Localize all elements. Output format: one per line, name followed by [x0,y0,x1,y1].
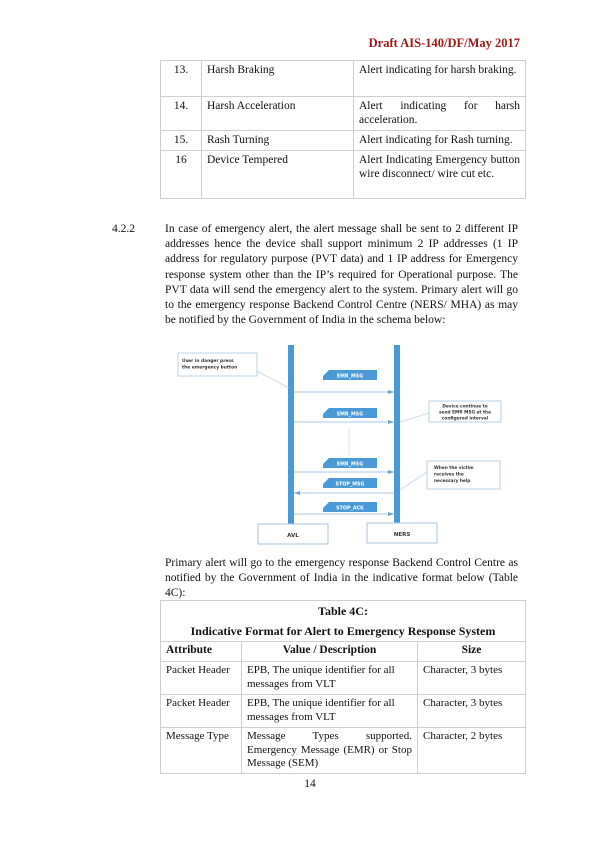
message-emr-2: EMR_MSG [294,408,394,424]
note-line: When the victim [434,465,474,471]
table-row: Packet Header EPB, The unique identifier… [160,661,526,695]
message-label: EMR_MSG [337,462,363,468]
message-stop: STOP_MSG [294,478,394,495]
note-line: User in danger press [182,358,234,364]
note-line: Device continue to [442,404,487,410]
message-emr-3: EMR_MSG [294,458,394,474]
row-number: 15. [160,130,202,151]
note-victim-help: When the victim receives the necessary h… [399,460,501,491]
alert-table: 13. Harsh Braking Alert indicating for h… [160,60,526,199]
message-label: EMR_MSG [337,374,363,380]
note-line: the emergency button [182,365,237,371]
emergency-sequence-diagram: AVL NERS EMR_MSG EMR_MSG EMR_MSG STOP_MS… [177,345,502,545]
message-label: STOP_MSG [336,482,365,488]
alert-name: Harsh Braking [201,60,354,97]
header-value-description: Value / Description [241,641,418,662]
table-row: 13. Harsh Braking Alert indicating for h… [160,60,526,97]
message-stop-ack: STOP_ACK [294,502,394,516]
table-4c: Table 4C: Indicative Format for Alert to… [160,600,526,774]
value-cell: EPB, The unique identifier for all messa… [241,694,418,728]
value-cell: EPB, The unique identifier for all messa… [241,661,418,695]
size-cell: Character, 3 bytes [417,694,526,728]
table-row: 15. Rash Turning Alert indicating for Ra… [160,130,526,151]
alert-description: Alert Indicating Emergency button wire d… [353,150,526,199]
alert-description: Alert indicating for Rash turning. [353,130,526,151]
note-line: receives the [434,472,464,478]
header-size: Size [417,641,526,662]
row-number: 16 [160,150,202,199]
arrow-head-icon [388,390,394,394]
page-number: 14 [304,778,316,790]
note-line: send EMR MSG at the [439,410,491,416]
size-cell: Character, 3 bytes [417,661,526,695]
section-number: 4.2.2 [112,223,135,235]
ners-label: NERS [394,532,411,538]
table-row: Message Type Message Types supported. Em… [160,727,526,774]
alert-name: Harsh Acceleration [201,96,354,131]
table-caption: Table 4C: Indicative Format for Alert to… [160,600,526,642]
attribute-cell: Message Type [160,727,242,774]
alert-description: Alert indicating for harsh braking. [353,60,526,97]
avl-label: AVL [287,533,299,539]
section-paragraph: In case of emergency alert, the alert me… [165,223,518,327]
value-cell: Message Types supported. Emergency Messa… [241,727,418,774]
message-label: STOP_ACK [336,506,364,512]
avl-lifeline [288,345,294,525]
arrow-head-icon [294,491,300,495]
table-title: Indicative Format for Alert to Emergency… [190,624,496,638]
table-caption-row: Table 4C: Indicative Format for Alert to… [160,600,526,642]
attribute-cell: Packet Header [160,694,242,728]
table-row: 14. Harsh Acceleration Alert indicating … [160,96,526,131]
note-device-continue: Device continue to send EMR MSG at the c… [399,400,502,423]
size-cell: Character, 2 bytes [417,727,526,774]
table-header-row: Attribute Value / Description Size [160,641,526,662]
alert-description: Alert indicating for harsh acceleration. [353,96,526,131]
ners-lifeline [394,345,400,525]
note-user-in-danger: User in danger press the emergency butto… [177,352,290,389]
row-number: 13. [160,60,202,97]
message-emr-1: EMR_MSG [294,370,394,394]
format-intro-paragraph: Primary alert will go to the emergency r… [165,557,518,600]
table-row: 16 Device Tempered Alert Indicating Emer… [160,150,526,199]
alert-name: Device Tempered [201,150,354,199]
table-row: Packet Header EPB, The unique identifier… [160,694,526,728]
arrow-head-icon [388,420,394,424]
row-number: 14. [160,96,202,131]
document-header: Draft AIS-140/DF/May 2017 [368,36,520,50]
note-line: necessary help [434,478,470,484]
attribute-cell: Packet Header [160,661,242,695]
arrow-head-icon [388,470,394,474]
arrow-head-icon [388,512,394,516]
table-number: Table 4C: [318,604,368,618]
note-line: configured interval [442,416,489,422]
message-label: EMR_MSG [337,412,363,418]
alert-name: Rash Turning [201,130,354,151]
header-attribute: Attribute [160,641,242,662]
